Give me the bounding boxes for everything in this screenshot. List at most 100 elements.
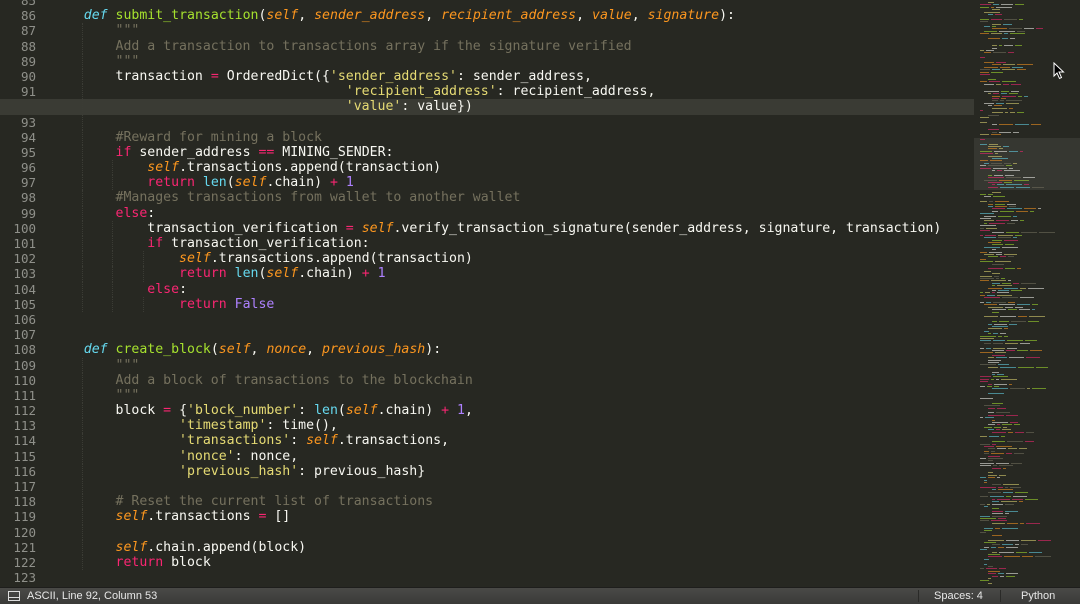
- minimap-code-stroke: [999, 568, 1006, 570]
- minimap-code-stroke: [988, 165, 1004, 167]
- minimap-code-stroke: [998, 290, 1009, 291]
- panel-toggle-icon[interactable]: [8, 591, 20, 601]
- minimap-code-stroke: [993, 4, 999, 6]
- code-token: block: [83, 403, 164, 419]
- minimap-code-stroke: [1002, 95, 1016, 97]
- minimap-code-stroke: [1014, 424, 1020, 426]
- minimap-code-stroke: [980, 4, 991, 6]
- minimap-code-stroke: [1020, 150, 1023, 152]
- minimap-code-stroke: [992, 263, 1004, 265]
- minimap-code-stroke: [1016, 210, 1028, 212]
- minimap-code-stroke: [992, 371, 999, 373]
- minimap-code-stroke: [1004, 328, 1008, 330]
- line-number-gutter[interactable]: 8586878889909192939495969798991001011021…: [0, 0, 48, 585]
- code-token: value: [592, 8, 632, 24]
- indentation-setting[interactable]: Spaces: 4: [934, 590, 983, 603]
- code-line: #Manages transactions from wallet to ano…: [52, 190, 974, 206]
- minimap-code-stroke: [994, 150, 1007, 152]
- minimap-code-stroke: [986, 302, 991, 303]
- minimap-code-stroke: [980, 503, 985, 505]
- minimap-code-stroke: [1002, 527, 1018, 529]
- minimap-code-stroke: [988, 474, 997, 476]
- minimap-code-stroke: [992, 47, 997, 49]
- minimap-code-stroke: [1000, 333, 1006, 335]
- minimap-code-stroke: [992, 158, 1008, 159]
- code-token: self: [361, 220, 394, 236]
- minimap-code-stroke: [992, 210, 998, 212]
- indent-guide: [82, 372, 84, 388]
- minimap-code-stroke: [997, 424, 1000, 426]
- minimap-code-stroke: [1002, 69, 1015, 71]
- indent-guide: [82, 418, 84, 434]
- minimap-code-stroke: [980, 294, 985, 296]
- minimap-code-stroke: [992, 402, 1003, 404]
- code-view[interactable]: def submit_transaction(self, sender_addr…: [0, 0, 974, 585]
- minimap-code-stroke: [1004, 33, 1008, 35]
- code-token: : time(),: [266, 418, 338, 434]
- code-line: return len(self.chain) + 1: [52, 266, 974, 282]
- code-token: transaction: [83, 68, 211, 84]
- minimap-code-stroke: [988, 14, 993, 15]
- minimap-code-stroke: [989, 436, 999, 438]
- code-token: else: [147, 281, 180, 297]
- code-token: : previous_hash}: [298, 463, 426, 479]
- minimap-code-stroke: [980, 340, 991, 342]
- code-token: : nonce,: [234, 448, 299, 464]
- minimap-code-stroke: [996, 220, 1009, 222]
- minimap-code-stroke: [995, 201, 1009, 203]
- code-token: =: [345, 220, 354, 236]
- minimap-code-stroke: [980, 50, 984, 51]
- editor-area[interactable]: 8586878889909192939495969798991001011021…: [0, 0, 1080, 587]
- minimap-code-stroke: [992, 64, 1001, 66]
- minimap-code-stroke: [992, 575, 998, 577]
- minimap-code-stroke: [988, 242, 1001, 243]
- minimap-code-stroke: [980, 6, 989, 8]
- minimap-code-stroke: [988, 554, 1000, 555]
- minimap-code-stroke: [992, 419, 995, 421]
- minimap-code-stroke: [980, 33, 989, 35]
- minimap-code-stroke: [980, 134, 989, 135]
- minimap-code-stroke: [988, 182, 1002, 183]
- code-token: 'sender_address': [329, 68, 457, 84]
- minimap-code-stroke: [1008, 431, 1013, 433]
- code-token: 'timestamp': [179, 418, 267, 434]
- code-line: Add a transaction to transactions array …: [52, 38, 974, 54]
- indent-guide: [82, 220, 84, 236]
- minimap-code-stroke: [980, 69, 990, 71]
- minimap-code-stroke: [980, 347, 984, 349]
- minimap-code-stroke: [992, 515, 1007, 517]
- minimap-code-stroke: [1032, 388, 1046, 390]
- minimap-code-stroke: [1009, 383, 1012, 385]
- line-number: 95: [20, 144, 36, 160]
- minimap-code-stroke: [984, 254, 994, 255]
- code-token: self: [115, 539, 148, 555]
- minimap-code-stroke: [992, 290, 996, 291]
- line-number: 107: [13, 327, 36, 343]
- code-line: def create_block(self, nonce, previous_h…: [52, 342, 974, 357]
- indent-guide: [82, 448, 84, 464]
- minimap-code-stroke: [992, 249, 996, 251]
- code-line: # Reset the current list of transactions: [52, 494, 974, 510]
- minimap-code-stroke: [999, 124, 1013, 126]
- indent-guide: [112, 175, 114, 191]
- minimap-code-stroke: [1005, 486, 1008, 488]
- minimap-code-stroke: [1009, 323, 1017, 325]
- syntax-selector[interactable]: Python: [1021, 590, 1055, 603]
- minimap-code-stroke: [997, 477, 1000, 479]
- minimap-code-stroke: [992, 443, 996, 445]
- minimap-code-stroke: [1019, 501, 1023, 503]
- minimap-code-stroke: [997, 498, 1010, 500]
- code-token: return: [179, 266, 227, 282]
- minimap-code-stroke: [999, 131, 1011, 133]
- minimap[interactable]: [974, 0, 1080, 587]
